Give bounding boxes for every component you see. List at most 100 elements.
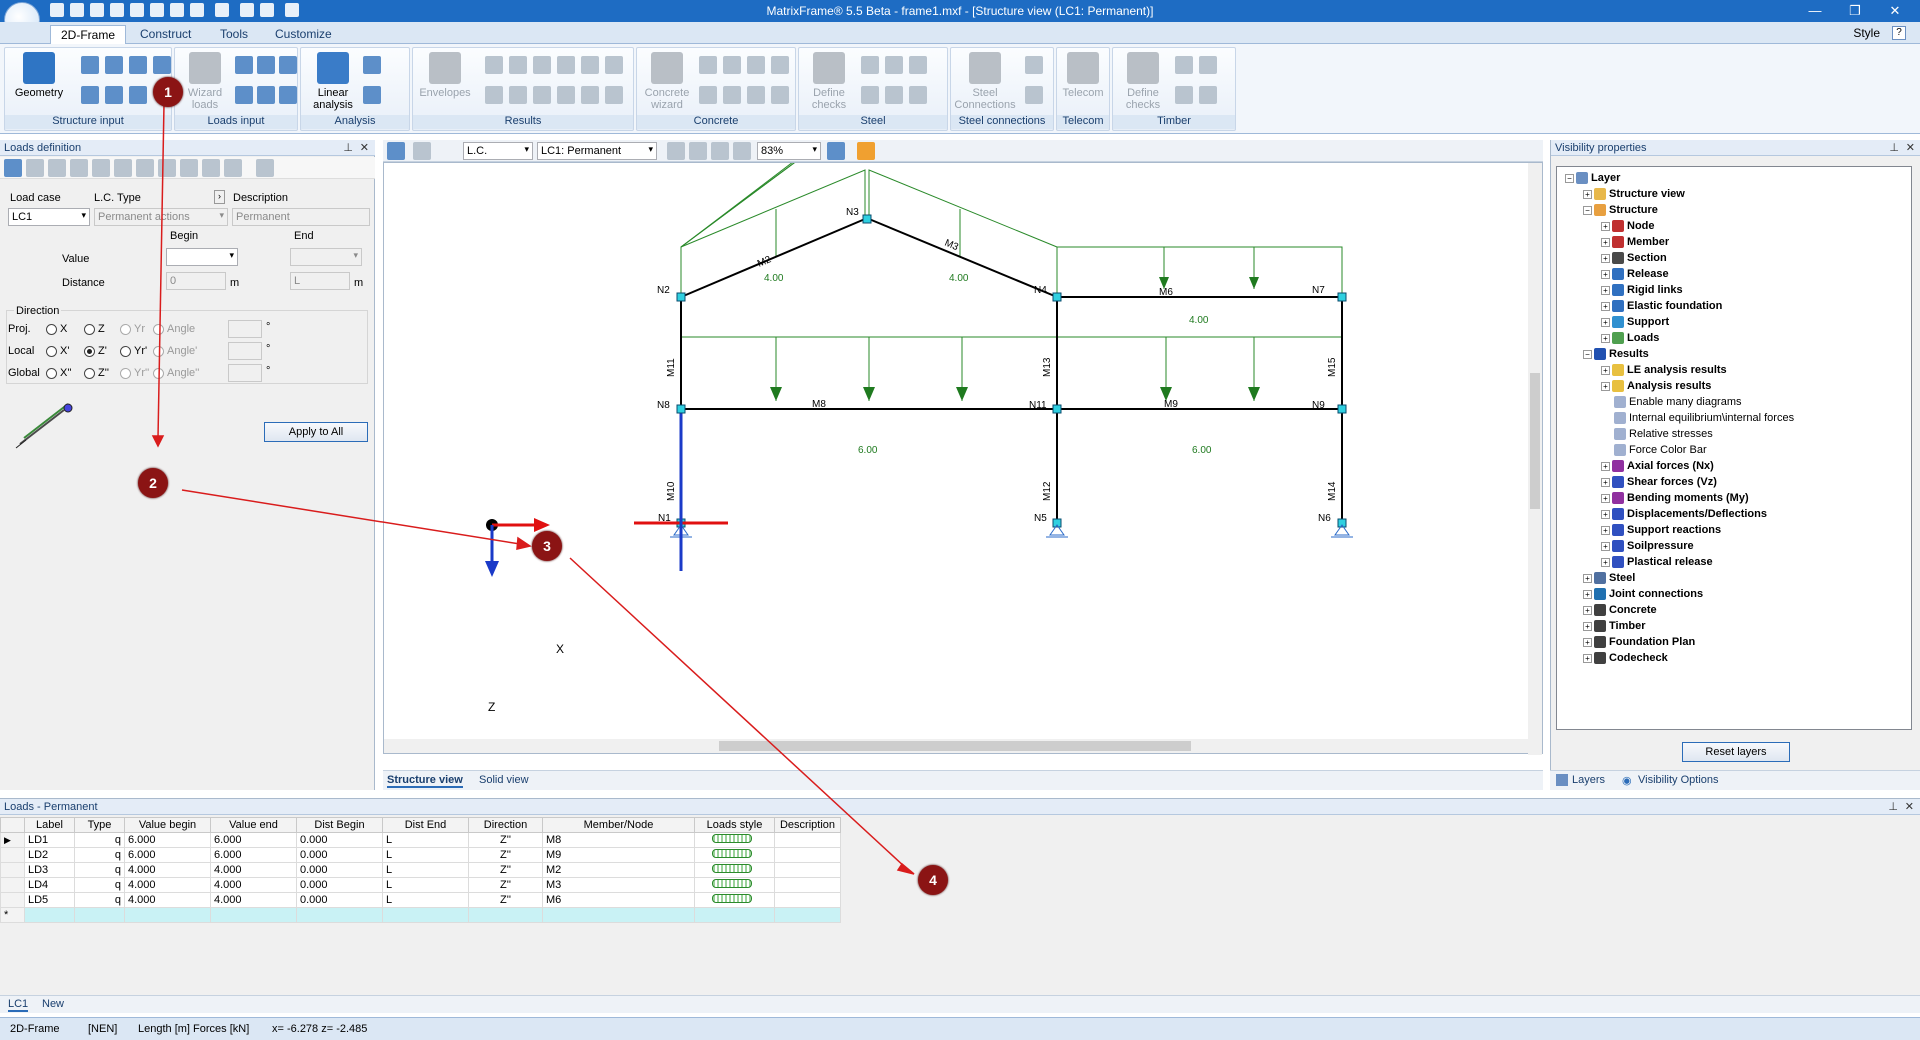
expand-icon[interactable]: + bbox=[1601, 381, 1610, 391]
collapse-icon[interactable]: − bbox=[1583, 349, 1592, 359]
vertical-scroll-thumb[interactable] bbox=[1530, 373, 1540, 509]
zoom-all-icon[interactable] bbox=[689, 142, 707, 160]
table-cell[interactable]: M3 bbox=[542, 877, 695, 893]
table-cell[interactable]: q bbox=[74, 832, 125, 848]
tree-item[interactable]: + Analysis results bbox=[1601, 379, 1711, 394]
table-cell[interactable]: M2 bbox=[542, 862, 695, 878]
tree-item[interactable]: + Member bbox=[1601, 235, 1669, 250]
expand-icon[interactable]: + bbox=[1601, 477, 1610, 487]
concrete-icon-5[interactable] bbox=[699, 86, 717, 104]
table-cell[interactable]: L bbox=[382, 862, 469, 878]
table-cell[interactable]: LD3 bbox=[24, 862, 75, 878]
tree-item[interactable]: + Section bbox=[1601, 251, 1667, 266]
tab-lc1[interactable]: LC1 bbox=[8, 998, 29, 1012]
column-header[interactable]: Member/Node bbox=[542, 817, 695, 833]
table-cell[interactable]: Z'' bbox=[468, 892, 543, 908]
zoom-out-icon[interactable] bbox=[733, 142, 751, 160]
table-cell[interactable]: LD2 bbox=[24, 847, 75, 863]
table-cell[interactable]: q bbox=[74, 862, 125, 878]
geometry-button[interactable]: Geometry bbox=[11, 52, 67, 112]
table-cell[interactable]: 4.000 bbox=[124, 892, 211, 908]
table-cell[interactable] bbox=[74, 907, 125, 923]
lc-type-select[interactable]: Permanent actions ▾ bbox=[94, 208, 228, 226]
steel-icon-6[interactable] bbox=[909, 86, 927, 104]
table-cell[interactable]: 6.000 bbox=[210, 847, 297, 863]
table-cell[interactable]: M6 bbox=[542, 892, 695, 908]
close-button[interactable]: ✕ bbox=[1880, 2, 1910, 20]
row-selector[interactable] bbox=[0, 892, 25, 908]
distance-begin-field[interactable]: 0 bbox=[166, 272, 226, 290]
table-cell[interactable] bbox=[694, 892, 775, 908]
concrete-icon-3[interactable] bbox=[747, 56, 765, 74]
tab-solid-view[interactable]: Solid view bbox=[479, 774, 529, 786]
connection-icon-2[interactable] bbox=[1025, 86, 1043, 104]
expand-icon[interactable]: + bbox=[1601, 301, 1610, 311]
table-row[interactable]: LD5 q 4.000 4.000 0.000 L Z'' M6 bbox=[0, 892, 841, 908]
result-icon-1[interactable] bbox=[485, 56, 503, 74]
proj-yr-radio[interactable] bbox=[120, 324, 131, 335]
linear-analysis-button[interactable]: Linear analysis bbox=[305, 52, 361, 112]
timber-icon-4[interactable] bbox=[1199, 86, 1217, 104]
expand-icon[interactable]: + bbox=[1601, 461, 1610, 471]
table-cell[interactable]: Z'' bbox=[468, 847, 543, 863]
description-field[interactable]: Permanent bbox=[232, 208, 370, 226]
vertical-scrollbar[interactable] bbox=[1528, 163, 1542, 755]
load-type-icon-11[interactable] bbox=[224, 159, 242, 177]
result-icon-12[interactable] bbox=[605, 86, 623, 104]
load-type-icon-4[interactable] bbox=[70, 159, 88, 177]
table-cell[interactable] bbox=[774, 847, 841, 863]
result-icon-3[interactable] bbox=[533, 56, 551, 74]
expand-icon[interactable]: + bbox=[1583, 589, 1592, 599]
timber-icon-2[interactable] bbox=[1199, 56, 1217, 74]
table-cell[interactable]: q bbox=[74, 877, 125, 893]
style-menu[interactable]: Style bbox=[1853, 26, 1880, 40]
collapse-icon[interactable]: − bbox=[1583, 205, 1592, 215]
table-cell[interactable]: M9 bbox=[542, 847, 695, 863]
tree-item[interactable]: Internal equilibrium\internal forces bbox=[1601, 411, 1794, 426]
table-cell[interactable] bbox=[694, 862, 775, 878]
expand-icon[interactable]: + bbox=[1601, 493, 1610, 503]
apply-to-all-button[interactable]: Apply to All bbox=[264, 422, 368, 442]
table-cell[interactable]: Z'' bbox=[468, 832, 543, 848]
table-cell[interactable] bbox=[468, 907, 543, 923]
tab-layers[interactable]: Layers bbox=[1572, 774, 1605, 786]
table-cell[interactable]: L bbox=[382, 877, 469, 893]
table-cell[interactable]: Z'' bbox=[468, 862, 543, 878]
expand-icon[interactable]: + bbox=[1583, 189, 1592, 199]
distance-end-field[interactable]: L bbox=[290, 272, 350, 290]
point-load-icon[interactable] bbox=[235, 56, 253, 74]
tab-tools[interactable]: Tools bbox=[210, 25, 258, 44]
table-cell[interactable] bbox=[694, 847, 775, 863]
table-row[interactable]: LD2 q 6.000 6.000 0.000 L Z'' M9 bbox=[0, 847, 841, 863]
structure-canvas[interactable]: N2 N3 N4 N7 N8 N11 N9 N1 N5 N6 M2 M3 M6 … bbox=[383, 162, 1543, 755]
restore-button[interactable]: ❐ bbox=[1840, 2, 1870, 20]
table-cell[interactable] bbox=[24, 907, 75, 923]
tree-item[interactable]: Force Color Bar bbox=[1601, 443, 1707, 458]
zoom-window-icon[interactable] bbox=[667, 142, 685, 160]
expand-icon[interactable]: + bbox=[1583, 605, 1592, 615]
load-type-icon-10[interactable] bbox=[202, 159, 220, 177]
tree-item[interactable]: + Joint connections bbox=[1583, 587, 1703, 602]
column-header[interactable]: Value end bbox=[210, 817, 297, 833]
result-icon-6[interactable] bbox=[605, 56, 623, 74]
proj-angle-radio[interactable] bbox=[153, 324, 164, 335]
table-cell[interactable]: L bbox=[382, 832, 469, 848]
row-selector[interactable] bbox=[0, 847, 25, 863]
tree-item[interactable]: + Bending moments (My) bbox=[1601, 491, 1749, 506]
concrete-icon-1[interactable] bbox=[699, 56, 717, 74]
table-row[interactable]: LD4 q 4.000 4.000 0.000 L Z'' M3 bbox=[0, 877, 841, 893]
tree-item[interactable]: Enable many diagrams bbox=[1601, 395, 1742, 410]
view-mode-icon[interactable] bbox=[387, 142, 405, 160]
table-cell[interactable]: 4.000 bbox=[210, 862, 297, 878]
tree-item[interactable]: + Soilpressure bbox=[1601, 539, 1694, 554]
pointer-icon[interactable] bbox=[413, 142, 431, 160]
distributed-load-icon[interactable] bbox=[235, 86, 253, 104]
tree-item[interactable]: + Timber bbox=[1583, 619, 1645, 634]
result-icon-2[interactable] bbox=[509, 56, 527, 74]
rigid-link-tool-icon[interactable] bbox=[153, 56, 171, 74]
tree-item[interactable]: + Concrete bbox=[1583, 603, 1657, 618]
tree-item[interactable]: + Steel bbox=[1583, 571, 1635, 586]
roof-icon[interactable] bbox=[857, 142, 875, 160]
local-x-radio[interactable] bbox=[46, 346, 57, 357]
zoom-select[interactable]: 83% ▾ bbox=[757, 142, 821, 160]
